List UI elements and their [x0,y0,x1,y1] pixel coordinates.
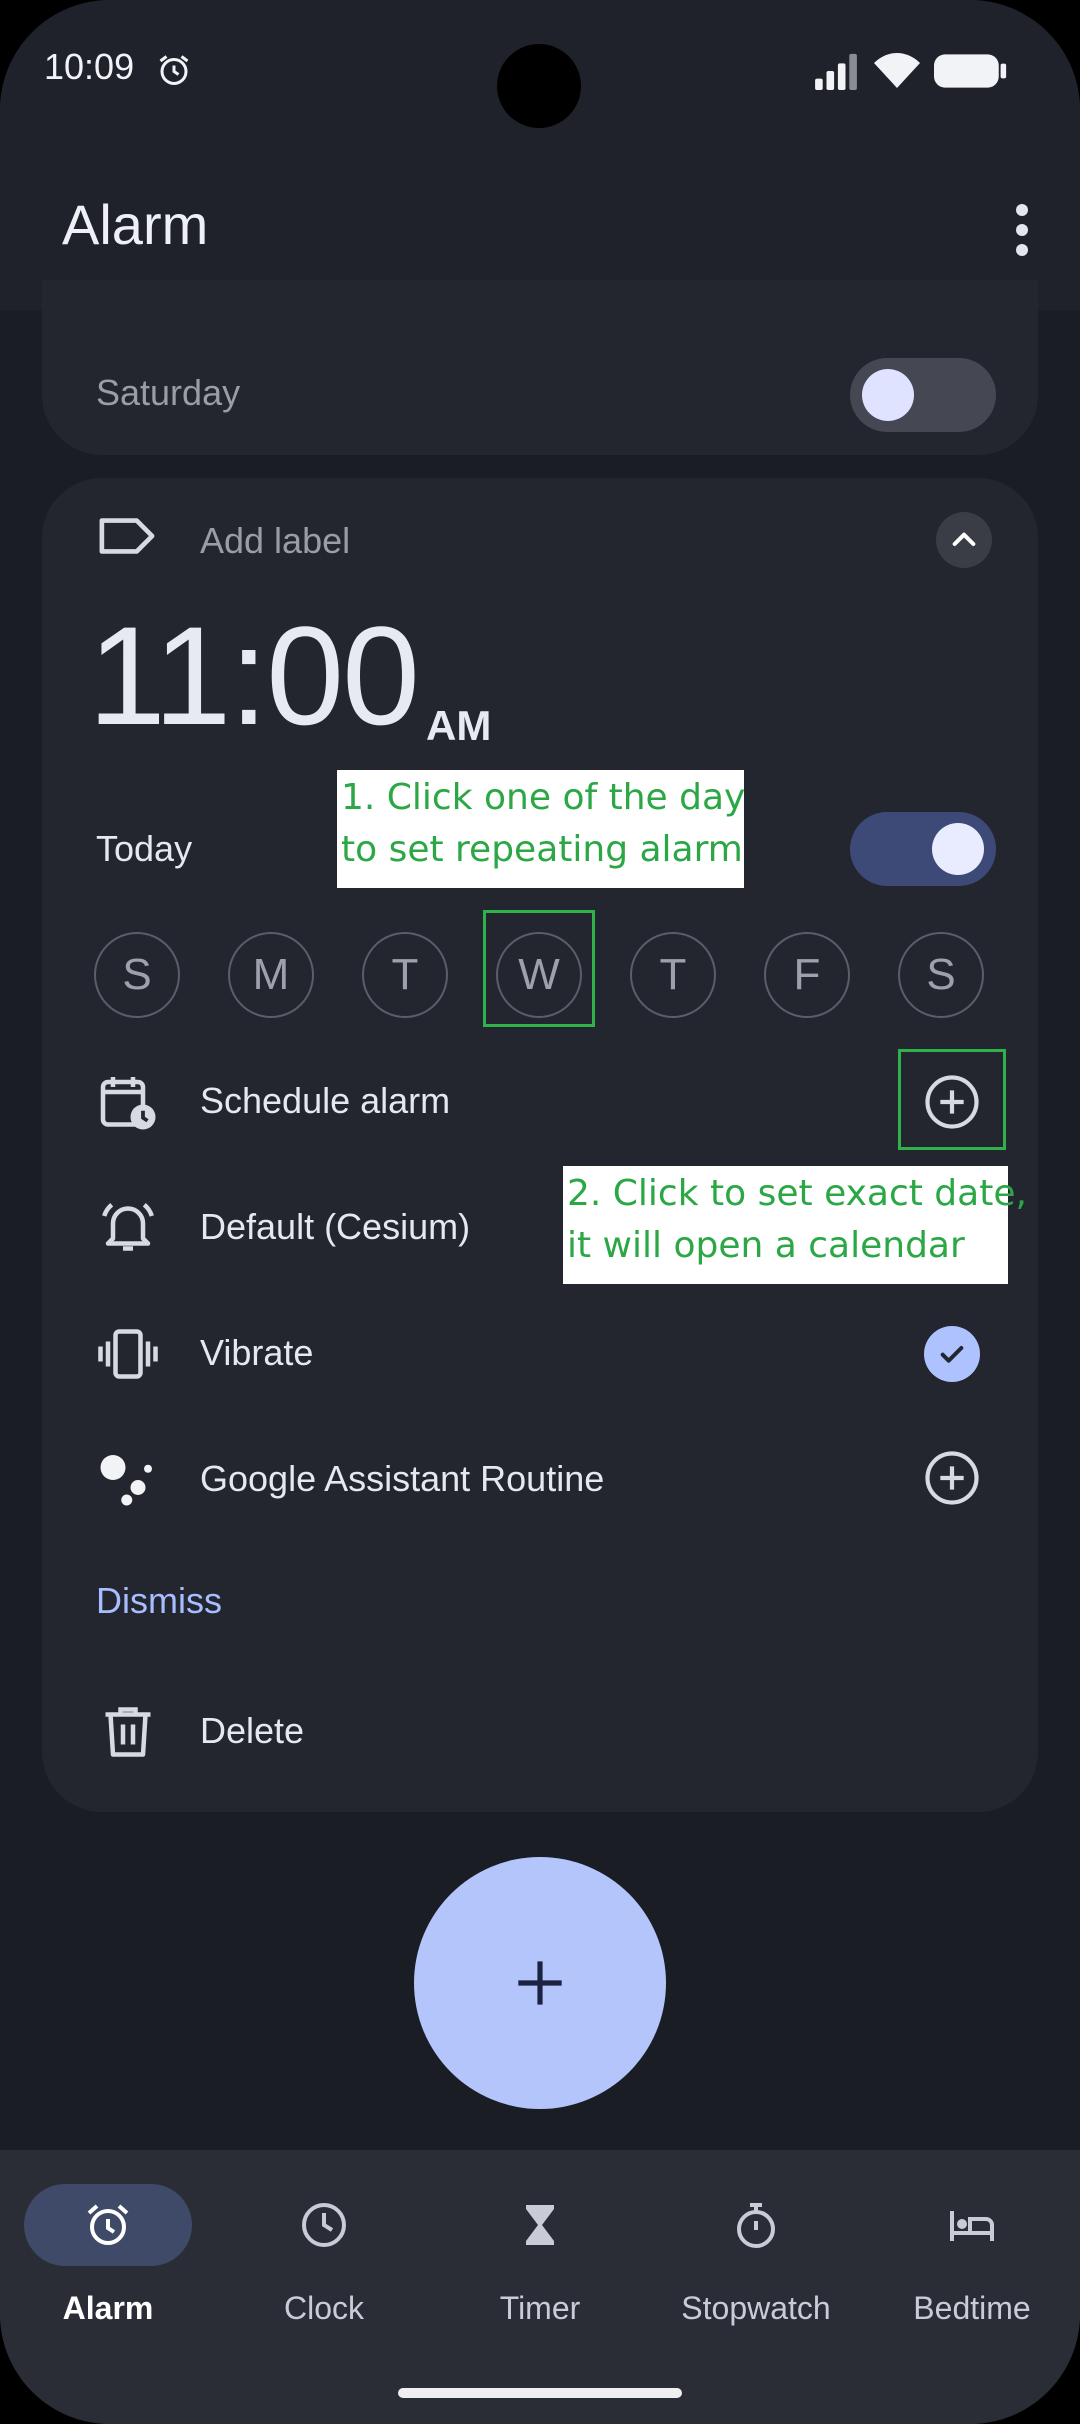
check-icon [940,1346,964,1363]
annotation-step-1-line-1: 1. Click one of the day [341,777,746,818]
alarm-card-saturday[interactable]: Saturday [42,280,1038,455]
ringtone-label[interactable]: Default (Cesium) [200,1206,470,1248]
bottom-navigation: Alarm Clock Timer Stopwatch Bedtime [0,2150,1080,2424]
day-button-saturday[interactable]: S [898,932,984,1018]
nav-label-alarm: Alarm [62,2290,154,2326]
toggle-knob [932,823,984,875]
camera-cutout [497,44,581,128]
alarm-day-summary: Today [96,828,193,869]
day-button-sunday[interactable]: S [94,932,180,1018]
annotation-step-2-line-2: it will open a calendar [567,1225,965,1266]
annotation-highlight-wednesday [483,910,595,1027]
alarm-toggle-on[interactable] [850,812,996,886]
day-button-thursday[interactable]: T [630,932,716,1018]
alarm-card-expanded: Add label 11:00 AM Today S M T W T F S S… [42,478,1038,1812]
google-assistant-icon [100,1455,152,1506]
nav-item-clock[interactable]: Clock [216,2150,432,2350]
vibrate-checkbox[interactable] [924,1326,980,1382]
bed-icon [950,2211,994,2241]
page-title: Alarm [62,193,209,256]
alarm-day-label: Saturday [96,372,241,413]
home-indicator[interactable] [398,2388,682,2398]
annotation-step-1: 1. Click one of the day to set repeating… [337,770,746,888]
hourglass-icon [526,2205,554,2245]
plus-icon [518,1961,562,2005]
add-label-field[interactable]: Add label [200,520,350,562]
annotation-step-2: 2. Click to set exact date, it will open… [563,1166,1027,1284]
label-icon [99,518,155,554]
assistant-routine-label[interactable]: Google Assistant Routine [200,1458,604,1500]
dismiss-button[interactable]: Dismiss [96,1580,222,1622]
nav-item-stopwatch[interactable]: Stopwatch [648,2150,864,2350]
battery-icon [934,54,1007,88]
delete-button[interactable]: Delete [200,1710,304,1752]
status-time: 10:09 [44,46,135,87]
routine-add-icon[interactable] [924,1450,980,1506]
nav-label-bedtime: Bedtime [913,2290,1031,2326]
alarm-ampm[interactable]: AM [426,702,491,750]
vibrate-label[interactable]: Vibrate [200,1332,313,1374]
clock-icon [302,2203,346,2247]
status-bar: 10:09 [0,0,1080,140]
alarm-icon [87,2204,129,2245]
nav-label-timer: Timer [499,2290,581,2326]
annotation-step-2-line-1: 2. Click to set exact date, [567,1173,1027,1214]
alarm-status-icon [159,55,189,85]
nav-item-alarm[interactable]: Alarm [0,2150,216,2350]
schedule-alarm-label[interactable]: Schedule alarm [200,1080,450,1122]
stopwatch-icon [737,2203,775,2248]
nav-item-timer[interactable]: Timer [432,2150,648,2350]
vibrate-icon [98,1329,158,1379]
chevron-up-icon [952,532,976,546]
annotation-step-1-line-2: to set repeating alarm [341,829,743,870]
annotation-highlight-schedule [898,1049,1006,1150]
collapse-button[interactable] [936,512,992,568]
day-button-tuesday[interactable]: T [362,932,448,1018]
nav-label-stopwatch: Stopwatch [681,2290,831,2326]
day-button-monday[interactable]: M [228,932,314,1018]
day-button-friday[interactable]: F [764,932,850,1018]
bell-icon [102,1202,154,1251]
more-options-icon[interactable] [1002,202,1042,258]
signal-icon [815,53,857,90]
nav-item-bedtime[interactable]: Bedtime [864,2150,1080,2350]
trash-icon [105,1707,151,1757]
alarm-toggle-off[interactable] [850,358,996,432]
toggle-knob [862,369,914,421]
alarm-time[interactable]: 11:00 [88,606,420,746]
add-alarm-button[interactable] [414,1857,666,2109]
phone-screen: 10:09 Alarm Saturday Add label 11:00 AM … [0,0,1080,2424]
wifi-icon [874,53,920,88]
calendar-clock-icon [100,1077,156,1130]
nav-label-clock: Clock [283,2290,364,2326]
